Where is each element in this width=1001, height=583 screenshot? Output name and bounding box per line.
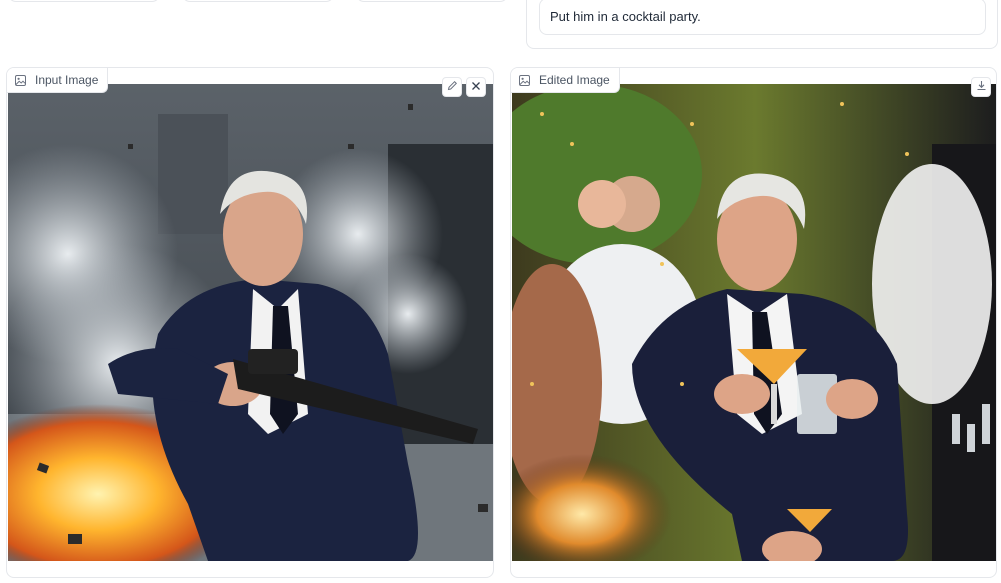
block-stub	[356, 0, 508, 2]
image-icon	[15, 74, 26, 86]
image-icon	[519, 74, 530, 86]
block-stub	[182, 0, 334, 2]
edited-image-illustration	[512, 84, 996, 561]
clear-button[interactable]	[466, 77, 486, 97]
close-icon	[471, 78, 481, 96]
edited-image-label-text: Edited Image	[539, 73, 610, 87]
edited-image-panel: Edited Image	[510, 67, 997, 578]
block-stub	[8, 0, 160, 2]
input-image-panel: Input Image	[6, 67, 494, 578]
pencil-icon	[447, 78, 458, 96]
prompt-input[interactable]: Put him in a cocktail party.	[539, 0, 986, 35]
edited-image	[512, 84, 996, 561]
input-image-label-text: Input Image	[35, 73, 99, 87]
download-button[interactable]	[971, 77, 991, 97]
prompt-block: Put him in a cocktail party.	[526, 0, 998, 49]
input-image-illustration	[8, 84, 493, 561]
input-image-label: Input Image	[7, 68, 109, 93]
edited-image-label: Edited Image	[511, 68, 620, 93]
input-image	[8, 84, 493, 561]
edit-button[interactable]	[442, 77, 462, 97]
download-icon	[976, 78, 987, 96]
